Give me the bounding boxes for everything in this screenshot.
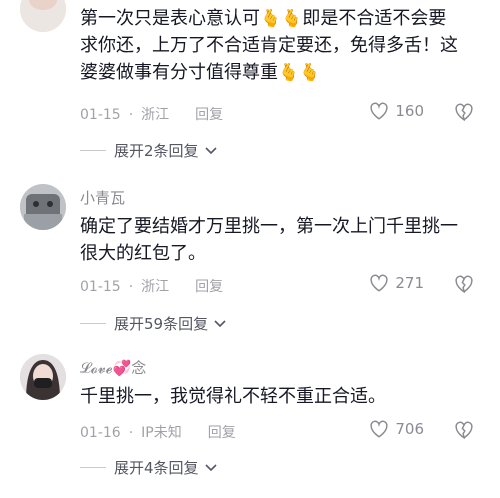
expand-replies-button[interactable]: 展开4条回复 (80, 457, 217, 478)
like-count: 706 (395, 420, 424, 438)
comment-location: 浙江 (141, 107, 170, 123)
comment-meta: 01-15 · 浙江 回复 (80, 104, 223, 124)
avatar[interactable] (20, 0, 66, 32)
reply-button[interactable]: 回复 (208, 422, 236, 442)
dislike-button[interactable] (454, 421, 474, 443)
reply-button[interactable]: 回复 (195, 276, 223, 296)
like-button[interactable]: 706 (369, 420, 424, 438)
reply-button[interactable]: 回复 (195, 104, 223, 124)
avatar[interactable] (20, 184, 66, 230)
heart-icon (370, 420, 388, 438)
comment-meta: 01-15 · 浙江 回复 (80, 276, 223, 296)
comment-text: 确定了要结婚才万里挑一，第一次上门千里挑一 很大的红包了。 (80, 216, 458, 264)
broken-heart-icon (455, 103, 473, 122)
like-button[interactable]: 271 (369, 274, 424, 292)
comment-text: 第一次只是表心意认可🫰🫰即是不合适不会要 求你还，上万了不合适肯定要还，免得多舌… (80, 8, 458, 83)
finger-heart-icon: 🫰🫰 (260, 9, 303, 29)
expand-replies-button[interactable]: 展开59条回复 (80, 313, 226, 334)
comment-date: 01-15 (80, 279, 121, 295)
chevron-down-icon (204, 146, 217, 154)
chevron-down-icon (204, 463, 217, 471)
like-count: 160 (395, 102, 424, 120)
comment-date: 01-15 (80, 107, 121, 123)
comment-text: 千里挑一，我觉得礼不轻不重正合适。 (80, 386, 386, 407)
comment-meta: 01-16 · IP未知 回复 (80, 422, 236, 442)
expand-replies-button[interactable]: 展开2条回复 (80, 140, 217, 161)
like-button[interactable]: 160 (369, 102, 424, 120)
avatar[interactable] (20, 354, 66, 400)
broken-heart-icon (455, 421, 473, 440)
comment-date: 01-16 (80, 425, 121, 441)
username[interactable]: 小青瓦 (80, 187, 125, 208)
divider-line (80, 323, 106, 324)
comment-location: 浙江 (141, 279, 170, 295)
like-count: 271 (395, 274, 424, 292)
divider-line (80, 150, 106, 151)
chevron-down-icon (214, 319, 226, 327)
comment-location: IP未知 (141, 425, 182, 441)
heart-icon (370, 102, 388, 120)
username[interactable]: 𝓛𝓸𝓿𝓮💞念 (80, 357, 146, 378)
finger-heart-icon: 🫰🫰 (278, 63, 321, 83)
broken-heart-icon (455, 275, 473, 294)
heart-icon (370, 274, 388, 292)
dislike-button[interactable] (454, 103, 474, 125)
divider-line (80, 467, 106, 468)
dislike-button[interactable] (454, 275, 474, 297)
